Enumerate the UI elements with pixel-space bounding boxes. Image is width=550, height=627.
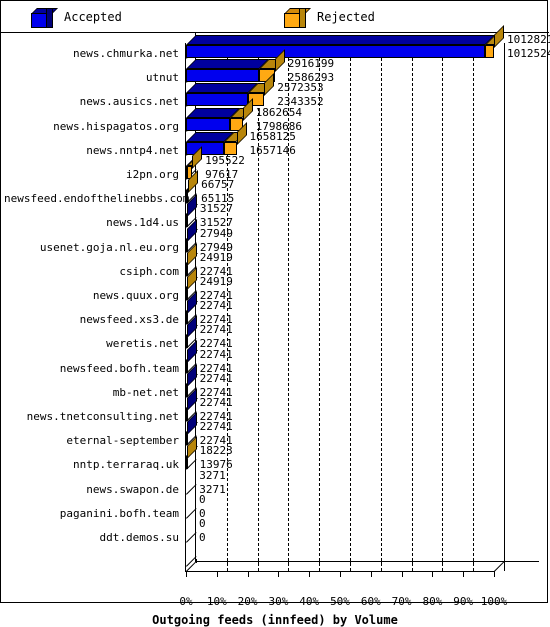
category-label: usenet.goja.nl.eu.org (39, 240, 179, 254)
x-tick-back-50 (350, 559, 351, 563)
rejected-segment-front (484, 45, 494, 58)
x-tick-back-60 (380, 559, 382, 563)
x-tick-front-90 (463, 572, 465, 577)
x-tick-front-100 (494, 572, 495, 577)
value-label-accepted: 22741 (199, 299, 233, 313)
category-label: news.swapon.de (86, 482, 179, 496)
value-label-accepted: 2916199 (287, 57, 335, 71)
chart-window: Accepted Rejected news.chmurka.net utnut n… (0, 0, 550, 627)
x-axis-back-line (195, 561, 539, 562)
value-label-rejected: 0 (199, 531, 206, 544)
value-label-accepted: 22741 (199, 396, 233, 409)
value-label-accepted: 0 (199, 517, 206, 530)
x-tick-front-50 (340, 572, 341, 577)
category-label: news.chmurka.net (73, 47, 179, 60)
category-label: mb-net.net (112, 385, 179, 399)
value-label-accepted: 24919 (199, 275, 233, 288)
category-label: ddt.demos.su (99, 531, 179, 544)
x-tick-label-100: 100% (480, 595, 508, 608)
x-axis-right-diagonal (494, 561, 505, 572)
category-label: nntp.terraraq.uk (73, 458, 179, 472)
y-axis-category-labels: news.chmurka.net utnut news.ausics.net news… (1, 33, 190, 604)
accepted-segment-front (186, 117, 231, 131)
x-tick-back-10 (226, 559, 228, 563)
grid-line-80 (442, 43, 444, 571)
x-tick-back-30 (288, 559, 290, 563)
value-label-accepted: 18223 (199, 444, 233, 458)
accepted-segment-top (186, 59, 269, 70)
x-tick-front-30 (278, 572, 280, 577)
x-tick-back-20 (257, 559, 259, 563)
value-label-accepted: 2572353 (277, 81, 324, 95)
x-tick-front-80 (432, 572, 434, 577)
value-label-accepted: 1658125 (249, 129, 296, 143)
cube-icon-accepted (31, 8, 58, 28)
x-tick-front-60 (370, 572, 372, 577)
value-label-accepted: 22741 (199, 371, 233, 385)
value-label-accepted: 10128214 (507, 33, 550, 46)
value-label-accepted: 31527 (199, 202, 234, 216)
grid-line-100 (504, 43, 505, 571)
category-label: weretis.net (106, 337, 179, 351)
plot-area: news.chmurka.net utnut news.ausics.net news… (1, 25, 550, 627)
category-label: newsfeed.bofh.team (59, 361, 179, 375)
x-tick-front-70 (401, 572, 403, 577)
chart-legend: Accepted Rejected (1, 1, 549, 33)
accepted-segment-front (186, 45, 485, 58)
category-label: news.1d4.us (106, 216, 179, 230)
x-tick-front-40 (309, 572, 311, 577)
value-label-rejected: 10125243 (507, 47, 550, 60)
category-label: paganini.bofh.team (59, 506, 179, 520)
category-label: eternal-september (66, 434, 179, 448)
accepted-segment-front (186, 141, 225, 155)
legend-label-rejected: Rejected (317, 10, 375, 24)
category-label: news.hispagatos.org (53, 119, 179, 133)
x-tick-front-10 (216, 572, 218, 577)
category-label: news.quux.org (92, 289, 179, 302)
value-label-rejected: 1657146 (249, 143, 296, 157)
grid-line-70 (411, 43, 413, 571)
value-label-accepted: 66757 (201, 178, 235, 192)
category-label: i2pn.org (126, 168, 179, 181)
value-label-accepted: 3271 (199, 468, 226, 482)
category-label: newsfeed.xs3.de (79, 313, 179, 327)
x-tick-back-80 (442, 559, 444, 563)
grid-line-40 (319, 43, 321, 571)
value-label-accepted: 22741 (199, 347, 233, 361)
value-label-accepted: 1862654 (255, 105, 303, 119)
grid-line-90 (473, 43, 475, 571)
category-label: newsfeed.endofthelinebbs.com (4, 192, 190, 206)
x-tick-back-70 (411, 559, 413, 563)
cube-icon-rejected (284, 8, 311, 28)
accepted-segment-front (186, 69, 259, 83)
x-tick-back-40 (319, 559, 321, 563)
value-label-accepted: 22741 (199, 420, 233, 434)
category-label: csiph.com (119, 264, 179, 278)
x-tick-front-20 (247, 572, 249, 577)
value-label-accepted: 22741 (199, 323, 233, 337)
legend-label-accepted: Accepted (64, 10, 122, 24)
grid-line-60 (380, 43, 382, 571)
value-label-accepted: 0 (199, 492, 206, 506)
chart-title: Outgoing feeds (innfeed) by Volume (152, 613, 398, 627)
accepted-segment-top (186, 35, 495, 45)
value-label-accepted: 24919 (199, 250, 233, 264)
x-tick-back-90 (473, 559, 475, 563)
grid-line-50 (350, 43, 351, 571)
category-label: news.nntp4.net (86, 143, 179, 157)
value-label-accepted: 27949 (199, 226, 234, 240)
category-label: utnut (145, 71, 179, 85)
accepted-segment-front (186, 93, 249, 107)
category-label: news.ausics.net (79, 95, 179, 109)
category-label: news.tnetconsulting.net (26, 410, 179, 423)
rejected-segment-front (224, 141, 237, 155)
value-label-accepted: 195522 (205, 154, 245, 167)
x-tick-front-0 (186, 572, 187, 577)
